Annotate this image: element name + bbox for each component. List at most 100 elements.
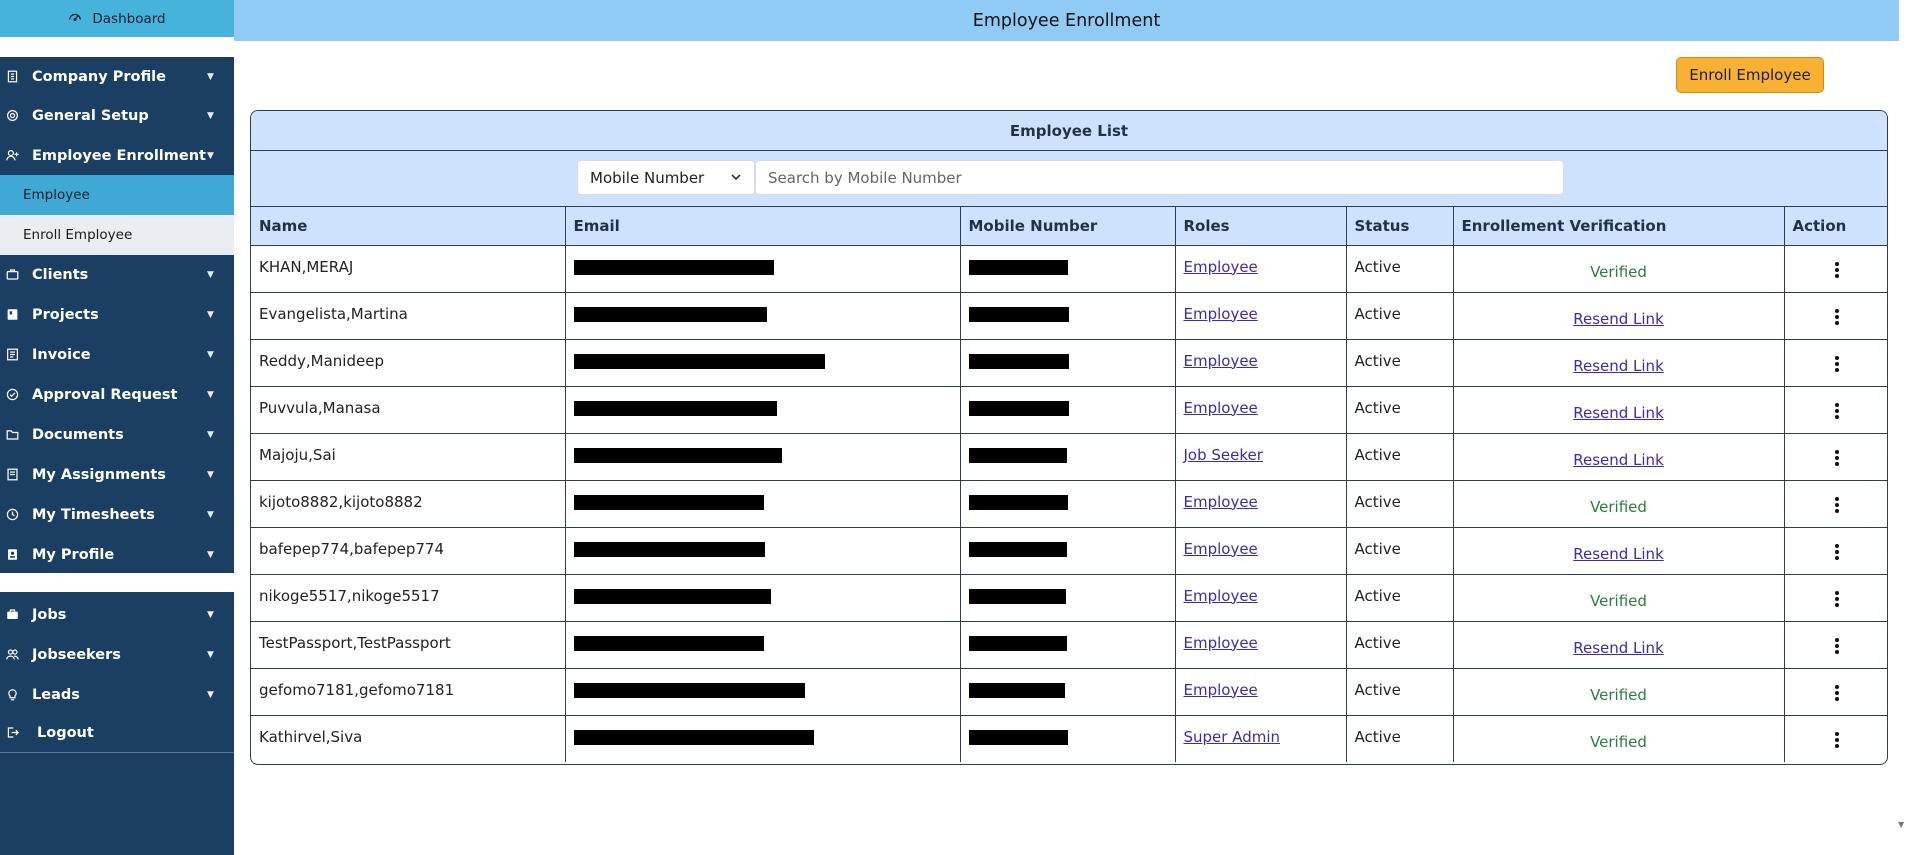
- scroll-down-arrow-icon[interactable]: ▼: [1898, 820, 1908, 830]
- cell-mobile-number: [960, 574, 1176, 622]
- sidebar-item-my-timesheets[interactable]: My Timesheets ▼: [0, 495, 234, 534]
- filter-type-select[interactable]: Mobile Number: [577, 160, 755, 195]
- filter-bar: Mobile Number: [251, 151, 1887, 207]
- role-link[interactable]: Employee: [1184, 352, 1258, 370]
- caret-down-icon: ▼: [207, 549, 214, 560]
- resend-link[interactable]: Resend Link: [1573, 545, 1664, 563]
- user-plus-icon: [5, 149, 19, 163]
- sidebar-spacer: [0, 573, 234, 592]
- sidebar-item-label: Logout: [37, 724, 94, 741]
- cell-mobile-number: [960, 621, 1176, 669]
- role-link[interactable]: Super Admin: [1184, 728, 1281, 746]
- more-vertical-icon[interactable]: [1827, 354, 1847, 374]
- dashboard-icon: [68, 10, 82, 28]
- more-vertical-icon[interactable]: [1827, 542, 1847, 562]
- resend-link[interactable]: Resend Link: [1573, 310, 1664, 328]
- cell-status: Active: [1346, 574, 1454, 622]
- role-link[interactable]: Job Seeker: [1184, 446, 1263, 464]
- filter-select-value: Mobile Number: [590, 168, 705, 187]
- sidebar-item-jobs[interactable]: Jobs ▼: [0, 595, 234, 634]
- redacted-email: [573, 400, 777, 416]
- sidebar-item-projects[interactable]: Projects ▼: [0, 295, 234, 334]
- cell-role: Employee: [1175, 668, 1347, 716]
- role-link[interactable]: Employee: [1184, 258, 1258, 276]
- cell-role: Employee: [1175, 292, 1347, 340]
- more-vertical-icon[interactable]: [1827, 260, 1847, 280]
- caret-down-icon: ▼: [207, 110, 214, 121]
- sidebar-item-jobseekers[interactable]: Jobseekers ▼: [0, 635, 234, 674]
- cell-role: Employee: [1175, 480, 1347, 528]
- role-link[interactable]: Employee: [1184, 587, 1258, 605]
- cell-action: [1784, 527, 1887, 575]
- more-vertical-icon[interactable]: [1827, 730, 1847, 750]
- sidebar-item-general-setup[interactable]: General Setup ▼: [0, 96, 234, 135]
- caret-down-icon: ▼: [207, 649, 214, 660]
- sidebar-item-employee-enrollment[interactable]: Employee Enrollment ▼: [0, 136, 234, 175]
- cell-mobile-number: [960, 433, 1176, 481]
- cell-mobile-number: [960, 245, 1176, 293]
- role-link[interactable]: Employee: [1184, 305, 1258, 323]
- redacted-mobile-number: [968, 541, 1067, 557]
- sidebar-item-my-assignments[interactable]: My Assignments ▼: [0, 455, 234, 494]
- cell-mobile-number: [960, 339, 1176, 387]
- resend-link[interactable]: Resend Link: [1573, 357, 1664, 375]
- role-link[interactable]: Employee: [1184, 634, 1258, 652]
- cell-role: Employee: [1175, 386, 1347, 434]
- role-link[interactable]: Employee: [1184, 399, 1258, 417]
- role-link[interactable]: Employee: [1184, 540, 1258, 558]
- cell-verification: Verified: [1453, 668, 1785, 716]
- cell-status: Active: [1346, 292, 1454, 340]
- resend-link[interactable]: Resend Link: [1573, 451, 1664, 469]
- sidebar-item-company-profile[interactable]: Company Profile ▼: [0, 57, 234, 96]
- cell-name: Kathirvel,Siva: [251, 715, 566, 762]
- chevron-down-icon: [731, 174, 741, 181]
- cell-name: bafepep774,bafepep774: [251, 527, 566, 575]
- sidebar-item-approval-request[interactable]: Approval Request ▼: [0, 375, 234, 414]
- cell-action: [1784, 621, 1887, 669]
- cell-email: [565, 574, 961, 622]
- cell-verification: Verified: [1453, 245, 1785, 293]
- sidebar-item-logout[interactable]: Logout: [0, 713, 234, 752]
- resend-link[interactable]: Resend Link: [1573, 639, 1664, 657]
- sidebar-item-label: Invoice: [32, 346, 91, 363]
- column-header-name: Name: [251, 207, 566, 246]
- more-vertical-icon[interactable]: [1827, 683, 1847, 703]
- more-vertical-icon[interactable]: [1827, 636, 1847, 656]
- cell-name: gefomo7181,gefomo7181: [251, 668, 566, 716]
- sidebar-item-clients[interactable]: Clients ▼: [0, 255, 234, 294]
- sidebar-subitem-employee[interactable]: Employee: [0, 175, 234, 215]
- redacted-mobile-number: [968, 306, 1069, 322]
- more-vertical-icon[interactable]: [1827, 401, 1847, 421]
- more-vertical-icon[interactable]: [1827, 307, 1847, 327]
- cell-verification: Verified: [1453, 715, 1785, 762]
- cell-status: Active: [1346, 527, 1454, 575]
- more-vertical-icon[interactable]: [1827, 495, 1847, 515]
- role-link[interactable]: Employee: [1184, 681, 1258, 699]
- cell-action: [1784, 245, 1887, 293]
- table-row: Evangelista,Martina Employee Active Resend …: [251, 292, 1887, 340]
- sidebar-item-label: My Profile: [32, 546, 115, 563]
- search-input[interactable]: [755, 160, 1564, 195]
- sidebar-item-dashboard[interactable]: Dashboard: [0, 0, 234, 37]
- redacted-mobile-number: [968, 729, 1068, 745]
- page-header: Employee Enrollment: [234, 0, 1899, 41]
- cell-name: Evangelista,Martina: [251, 292, 566, 340]
- role-link[interactable]: Employee: [1184, 493, 1258, 511]
- sidebar-item-label: Documents: [32, 426, 124, 443]
- sidebar-item-leads[interactable]: Leads ▼: [0, 675, 234, 714]
- enroll-employee-button[interactable]: Enroll Employee: [1676, 57, 1824, 93]
- app-root: Dashboard Company Profile ▼ General Setu…: [0, 0, 1909, 855]
- sidebar-item-my-profile[interactable]: My Profile ▼: [0, 535, 234, 574]
- cell-status: Active: [1346, 480, 1454, 528]
- sidebar-item-label: Clients: [32, 266, 89, 283]
- cell-status: Active: [1346, 245, 1454, 293]
- sidebar-subitem-enroll-employee[interactable]: Enroll Employee: [0, 215, 234, 255]
- resend-link[interactable]: Resend Link: [1573, 404, 1664, 422]
- cell-verification: Resend Link: [1453, 621, 1785, 669]
- redacted-mobile-number: [968, 447, 1067, 463]
- sidebar-item-invoice[interactable]: Invoice ▼: [0, 335, 234, 374]
- more-vertical-icon[interactable]: [1827, 589, 1847, 609]
- sidebar-item-documents[interactable]: Documents ▼: [0, 415, 234, 454]
- caret-down-icon: ▼: [207, 389, 214, 400]
- more-vertical-icon[interactable]: [1827, 448, 1847, 468]
